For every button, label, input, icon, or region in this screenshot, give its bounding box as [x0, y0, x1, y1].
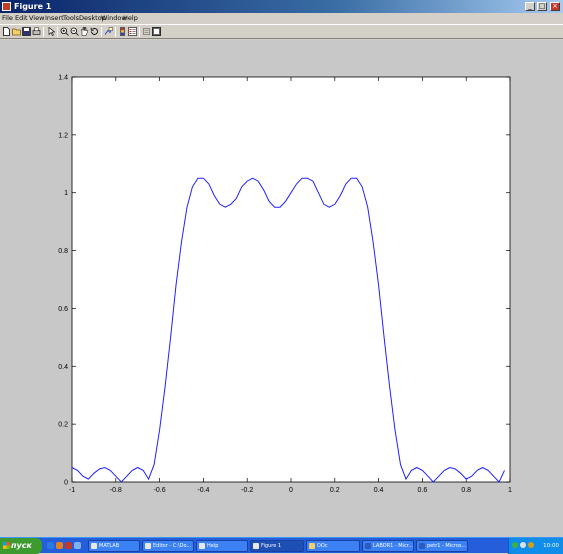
figure-window: Figure 1 _ □ × File Edit View Insert Too… [0, 0, 563, 537]
x-tick-label: -0.4 [197, 487, 209, 494]
figure-canvas: -1 -0.8 -0.6 -0.4 -0.2 0 0.2 0.4 0.6 0.8 1 0 0.2 0.4… [0, 40, 563, 537]
show-plot-tools-icon[interactable] [152, 27, 161, 36]
menu-edit[interactable]: Edit [15, 14, 28, 23]
security-icon[interactable] [528, 542, 534, 548]
toolbar-separator [43, 27, 44, 37]
taskbar: пуск MATLAB Editor - C:\Do... Help Figur… [0, 537, 563, 554]
menu-file[interactable]: File [2, 14, 13, 23]
insert-colorbar-icon[interactable] [118, 27, 127, 36]
task-doc-folder[interactable]: DOc [306, 540, 360, 552]
task-labor1[interactable]: LABOR1 - Micr... [362, 540, 414, 552]
task-label: Editor - C:\Do... [153, 543, 192, 549]
word-icon [419, 543, 425, 549]
clock: 10:00 [543, 543, 559, 549]
y-tick-label: 0.4 [58, 364, 68, 371]
figure-icon [253, 543, 259, 549]
save-icon[interactable] [22, 27, 31, 36]
menu-view[interactable]: View [29, 14, 44, 23]
volume-icon[interactable] [520, 542, 526, 548]
toolbar-separator [139, 27, 140, 37]
line-plot[interactable]: -1 -0.8 -0.6 -0.4 -0.2 0 0.2 0.4 0.6 0.8 1 0 0.2 0.4… [0, 40, 563, 537]
y-tick-label: 1.2 [58, 132, 68, 139]
y-tick-label: 0.6 [58, 306, 68, 313]
x-tick-label: 0.8 [461, 487, 471, 494]
system-tray: 10:00 [508, 538, 563, 554]
task-label: Figure 1 [261, 543, 282, 549]
menu-bar: File Edit View Insert Tools Desktop Wind… [0, 13, 563, 24]
x-tick-label: 0.2 [330, 487, 340, 494]
data-cursor-icon[interactable] [104, 27, 113, 36]
minimize-button[interactable]: _ [525, 2, 535, 11]
folder-icon [309, 543, 315, 549]
zoom-out-icon[interactable] [70, 27, 79, 36]
windows-logo-icon [3, 542, 10, 549]
x-tick-label: 0.4 [374, 487, 384, 494]
task-help[interactable]: Help [196, 540, 248, 552]
toolbar-separator [57, 27, 58, 37]
task-petr1[interactable]: petr1 - Micros... [416, 540, 468, 552]
task-label: Help [207, 543, 219, 549]
task-label: MATLAB [99, 543, 120, 549]
outlook-icon[interactable] [65, 542, 72, 549]
x-tick-label: 0 [289, 487, 293, 494]
y-tick-label: 1.4 [58, 75, 68, 82]
rotate-3d-icon[interactable] [90, 27, 99, 36]
x-tick-label: 0.6 [418, 487, 428, 494]
y-tick-label: 0.2 [58, 422, 68, 429]
y-tick-label: 1 [64, 190, 68, 197]
matlab-icon [91, 543, 97, 549]
x-tick-label: -0.8 [110, 487, 122, 494]
pan-hand-icon[interactable] [80, 27, 89, 36]
print-icon[interactable] [32, 27, 41, 36]
task-matlab[interactable]: MATLAB [88, 540, 140, 552]
zoom-in-icon[interactable] [60, 27, 69, 36]
start-button[interactable]: пуск [0, 538, 42, 554]
x-tick-label: 1 [508, 487, 512, 494]
maximize-button[interactable]: □ [537, 2, 547, 11]
ie-icon[interactable] [47, 542, 54, 549]
hide-plot-tools-icon[interactable] [142, 27, 151, 36]
task-figure-1[interactable]: Figure 1 [250, 540, 304, 552]
start-label: пуск [11, 541, 32, 550]
help-icon [199, 543, 205, 549]
close-button[interactable]: × [550, 2, 560, 11]
figure-toolbar [0, 24, 563, 39]
word-icon [365, 543, 371, 549]
network-icon[interactable] [512, 542, 518, 548]
task-label: DOc [317, 543, 328, 549]
matlab-figure-icon [2, 2, 11, 11]
media-player-icon[interactable] [56, 542, 63, 549]
menu-insert[interactable]: Insert [45, 14, 64, 23]
new-file-icon[interactable] [2, 27, 11, 36]
task-label: petr1 - Micros... [427, 543, 467, 549]
menu-help[interactable]: Help [123, 14, 138, 23]
x-tick-label: -0.2 [241, 487, 253, 494]
title-bar[interactable]: Figure 1 _ □ × [0, 0, 563, 13]
window-title: Figure 1 [14, 2, 52, 11]
plot-area[interactable] [71, 76, 511, 483]
y-tick-label: 0 [64, 480, 68, 487]
menu-tools[interactable]: Tools [63, 14, 79, 23]
desktop-icon[interactable] [74, 542, 81, 549]
toolbar-separator [115, 27, 116, 37]
select-arrow-icon[interactable] [47, 27, 56, 36]
x-tick-label: -0.6 [154, 487, 166, 494]
editor-icon [145, 543, 151, 549]
task-label: LABOR1 - Micr... [373, 543, 414, 549]
x-tick-label: -1 [69, 487, 75, 494]
insert-legend-icon[interactable] [128, 27, 137, 36]
y-tick-label: 0.8 [58, 248, 68, 255]
open-folder-icon[interactable] [12, 27, 21, 36]
task-editor[interactable]: Editor - C:\Do... [142, 540, 194, 552]
toolbar-separator [101, 27, 102, 37]
